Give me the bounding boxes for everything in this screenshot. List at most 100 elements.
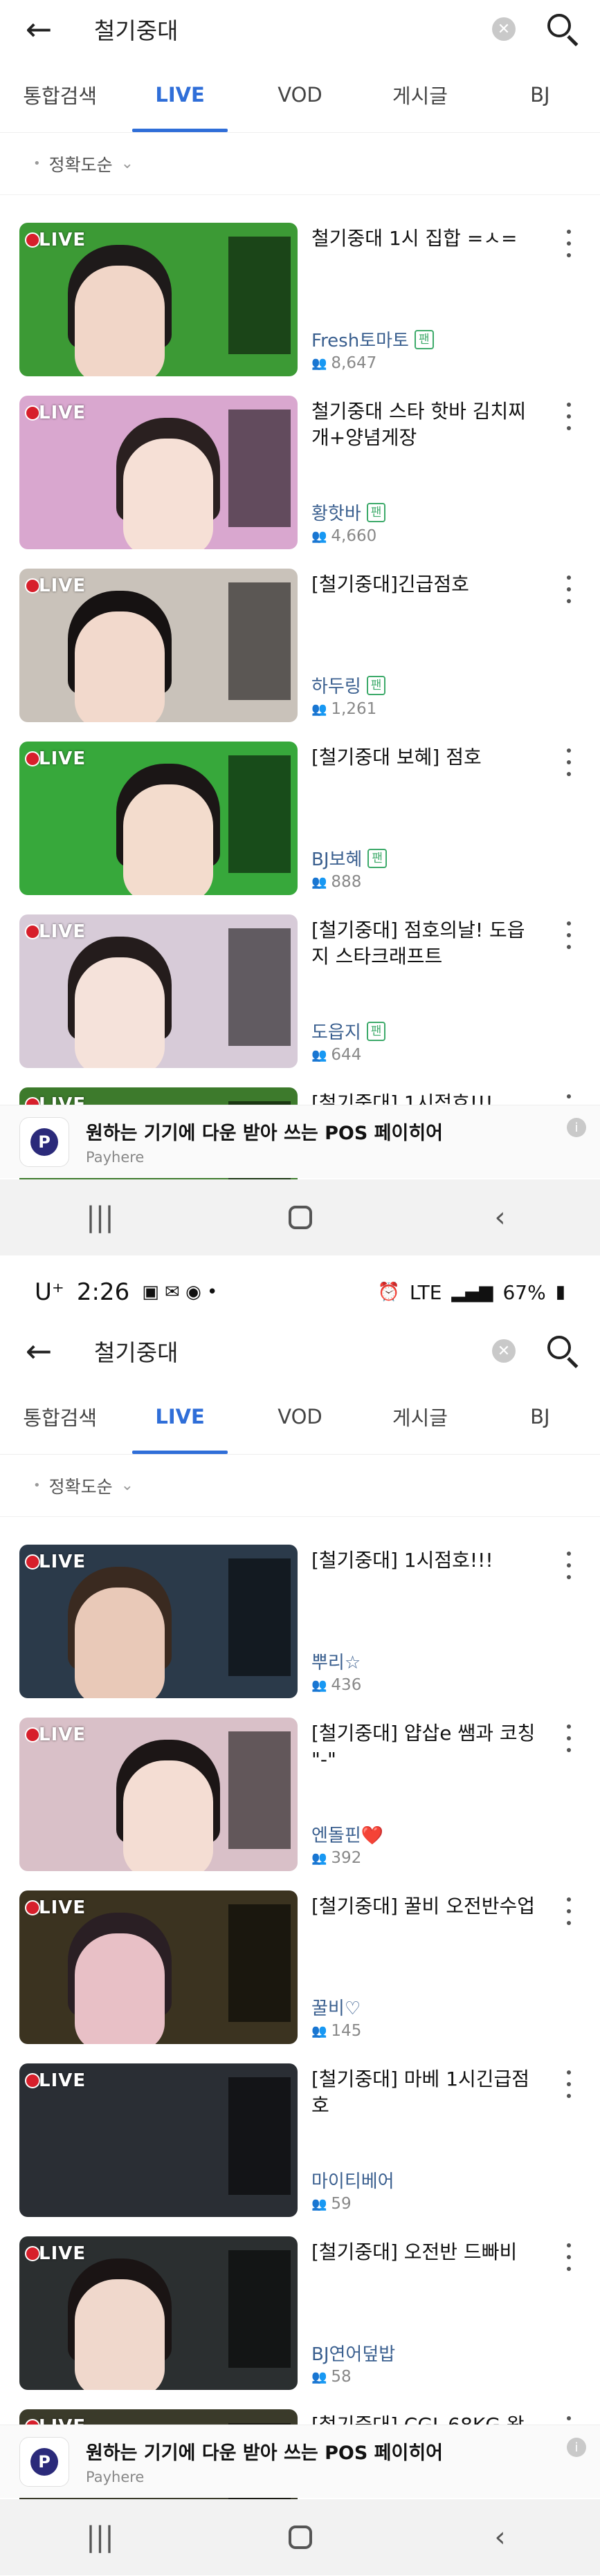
- tab-posts[interactable]: 게시글: [360, 1379, 480, 1454]
- ad-info-icon[interactable]: i: [567, 2438, 586, 2457]
- list-item[interactable]: LIVE [철기중대] 얍삽e 쌤과 코칭 "-" 엔돌핀❤️ 👥 392: [0, 1718, 600, 1890]
- bj-name[interactable]: 황핫바 팬: [311, 499, 386, 525]
- back-arrow-icon[interactable]: ←: [22, 1334, 55, 1368]
- stream-thumbnail[interactable]: LIVE: [19, 1545, 298, 1698]
- more-vertical-icon[interactable]: [558, 2243, 579, 2271]
- tab-live[interactable]: LIVE: [120, 57, 239, 132]
- bj-name[interactable]: BJ연어덮밥: [311, 2340, 395, 2366]
- list-item[interactable]: LIVE [철기중대] 오전반 드빠비 BJ연어덮밥 👥 58: [0, 2236, 600, 2409]
- tab-vod[interactable]: VOD: [240, 1379, 360, 1454]
- more-vertical-icon[interactable]: [558, 921, 579, 949]
- sort-selector[interactable]: • 정확도순 ⌄: [0, 1455, 600, 1517]
- stream-title[interactable]: [철기중대]긴급점호: [311, 571, 540, 598]
- viewer-count: 👥 58: [311, 2368, 352, 2386]
- bj-name[interactable]: 마이티베어: [311, 2167, 394, 2193]
- tab-posts[interactable]: 게시글: [360, 57, 480, 132]
- bj-name[interactable]: BJ보혜 팬: [311, 845, 387, 871]
- bj-name[interactable]: 도읍지 팬: [311, 1018, 386, 1044]
- tab-vod[interactable]: VOD: [240, 57, 360, 132]
- more-vertical-icon[interactable]: [558, 1897, 579, 1925]
- stream-title[interactable]: [철기중대] 오전반 드빠비: [311, 2239, 540, 2265]
- stream-thumbnail[interactable]: LIVE: [19, 1890, 298, 2044]
- viewer-count: 👥 59: [311, 2195, 352, 2213]
- stream-thumbnail[interactable]: LIVE: [19, 223, 298, 376]
- stream-thumbnail[interactable]: LIVE: [19, 2063, 298, 2217]
- list-item[interactable]: LIVE 철기중대 스타 핫바 김치찌개+양념게장 황핫바 팬 👥 4,660: [0, 396, 600, 569]
- stream-thumbnail[interactable]: LIVE: [19, 1718, 298, 1871]
- tab-all[interactable]: 통합검색: [0, 57, 120, 132]
- back-arrow-icon[interactable]: ←: [22, 12, 55, 46]
- ad-banner[interactable]: P 원하는 기기에 다운 받아 쓰는 POS 페이히어 Payhere i: [0, 1105, 600, 1178]
- bj-name-text: 마이티베어: [311, 2171, 394, 2192]
- home-button[interactable]: [269, 1197, 331, 1238]
- ad-text: 원하는 기기에 다운 받아 쓰는 POS 페이히어 Payhere: [86, 1118, 443, 1166]
- tab-bj[interactable]: BJ: [480, 57, 600, 132]
- more-vertical-icon[interactable]: [558, 1724, 579, 1752]
- viewer-count: 👥 436: [311, 1676, 361, 1694]
- tab-bj[interactable]: BJ: [480, 1379, 600, 1454]
- search-handle: [567, 35, 579, 46]
- more-vertical-icon[interactable]: [558, 230, 579, 257]
- viewer-count: 👥 392: [311, 1849, 361, 1867]
- stream-thumbnail[interactable]: LIVE: [19, 396, 298, 549]
- more-vertical-icon[interactable]: [558, 1552, 579, 1579]
- stream-title[interactable]: [철기중대] 얍삽e 쌤과 코칭 "-": [311, 1720, 540, 1773]
- more-vertical-icon[interactable]: [558, 2070, 579, 2098]
- thumb-figure-face: [123, 1760, 213, 1871]
- clear-x-icon[interactable]: ✕: [492, 17, 516, 41]
- system-back-icon[interactable]: ‹: [469, 2517, 531, 2558]
- viewer-count: 👥 145: [311, 2022, 361, 2040]
- person-icon: 👥: [311, 2023, 327, 2039]
- status-time: 2:26: [76, 1278, 130, 1306]
- list-item[interactable]: LIVE [철기중대 보혜] 점호 BJ보혜 팬 👥 888: [0, 742, 600, 914]
- ad-info-icon[interactable]: i: [567, 1118, 586, 1137]
- more-vertical-icon[interactable]: [558, 576, 579, 603]
- viewer-count-text: 644: [331, 1046, 362, 1064]
- stream-thumbnail[interactable]: LIVE: [19, 569, 298, 722]
- tab-live[interactable]: LIVE: [120, 1379, 239, 1454]
- home-button[interactable]: [269, 2517, 331, 2558]
- stream-thumbnail[interactable]: LIVE: [19, 2236, 298, 2390]
- list-item[interactable]: LIVE [철기중대] 마베 1시긴급점호마이티베어 👥 59: [0, 2063, 600, 2236]
- recent-apps-icon[interactable]: |||: [69, 2517, 131, 2558]
- stream-title[interactable]: [철기중대] 꿀비 오전반수업: [311, 1893, 540, 1920]
- more-vertical-icon[interactable]: [558, 403, 579, 430]
- status-right: ⏰ LTE ▂▄▆ 67% ▮: [378, 1281, 565, 1304]
- sort-selector[interactable]: • 정확도순 ⌄: [0, 133, 600, 195]
- viewer-count-text: 888: [331, 873, 362, 891]
- stream-title[interactable]: [철기중대] 마베 1시긴급점호: [311, 2066, 540, 2119]
- stream-thumbnail[interactable]: LIVE: [19, 742, 298, 895]
- stream-title[interactable]: [철기중대] 점호의날! 도읍지 스타크래프트: [311, 917, 540, 970]
- search-icon[interactable]: [545, 11, 581, 47]
- bj-name[interactable]: 하두링 팬: [311, 672, 386, 698]
- bj-name[interactable]: 꿀비♡: [311, 1994, 361, 2020]
- recent-apps-icon[interactable]: |||: [69, 1197, 131, 1238]
- list-item[interactable]: LIVE 철기중대 1시 집합 =ㅅ= Fresh토마토 팬 👥 8,647: [0, 223, 600, 396]
- list-item[interactable]: LIVE [철기중대] 1시점호!!! 뿌리☆ 👥 436: [0, 1545, 600, 1718]
- battery-icon: ▮: [555, 1282, 565, 1303]
- viewer-count-text: 8,647: [331, 354, 377, 372]
- clear-x-icon[interactable]: ✕: [492, 1339, 516, 1363]
- tab-all[interactable]: 통합검색: [0, 1379, 120, 1454]
- list-item[interactable]: LIVE [철기중대]긴급점호 하두링 팬 👥 1,261: [0, 569, 600, 742]
- notification-icons: ▣ ✉ ◉ •: [142, 1282, 218, 1303]
- search-query[interactable]: 철기중대: [94, 1334, 492, 1368]
- system-back-icon[interactable]: ‹: [469, 1197, 531, 1238]
- bj-name-text: BJ연어덮밥: [311, 2344, 396, 2365]
- stream-title[interactable]: [철기중대] 1시점호!!!: [311, 1547, 540, 1574]
- stream-title[interactable]: [철기중대 보혜] 점호: [311, 744, 540, 771]
- search-query[interactable]: 철기중대: [94, 12, 492, 46]
- more-vertical-icon[interactable]: [558, 748, 579, 776]
- search-icon[interactable]: [545, 1333, 581, 1369]
- ad-banner[interactable]: P 원하는 기기에 다운 받아 쓰는 POS 페이히어 Payhere i: [0, 2425, 600, 2498]
- bj-name[interactable]: Fresh토마토 팬: [311, 326, 434, 352]
- ad-title: 원하는 기기에 다운 받아 쓰는 POS 페이히어: [86, 2442, 444, 2464]
- stream-thumbnail[interactable]: LIVE: [19, 914, 298, 1068]
- stream-title[interactable]: 철기중대 1시 집합 =ㅅ=: [311, 226, 540, 252]
- thumb-chat-overlay: [228, 1904, 291, 2022]
- bj-name[interactable]: 엔돌핀❤️: [311, 1821, 383, 1847]
- stream-title[interactable]: 철기중대 스타 핫바 김치찌개+양념게장: [311, 398, 540, 451]
- list-item[interactable]: LIVE [철기중대] 꿀비 오전반수업꿀비♡ 👥 145: [0, 1890, 600, 2063]
- list-item[interactable]: LIVE [철기중대] 점호의날! 도읍지 스타크래프트 도읍지 팬 👥 644: [0, 914, 600, 1087]
- bj-name[interactable]: 뿌리☆: [311, 1648, 361, 1674]
